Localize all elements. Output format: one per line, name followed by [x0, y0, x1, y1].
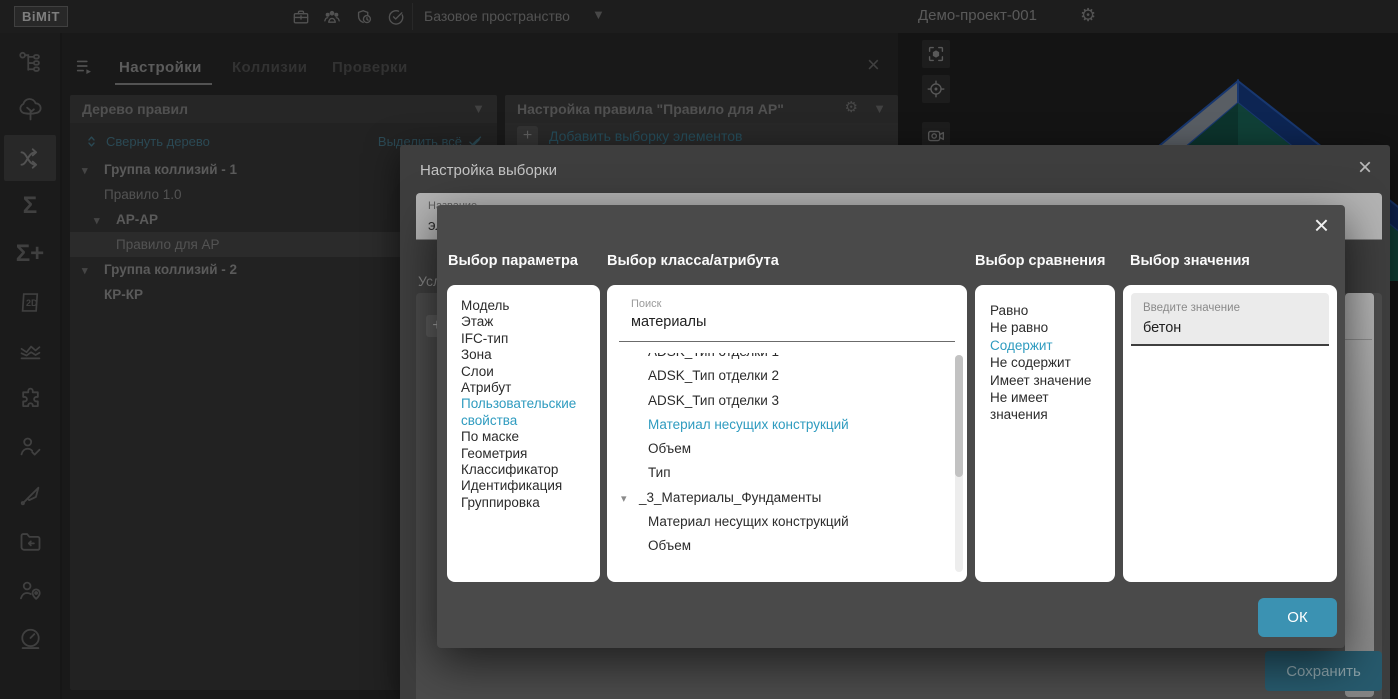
attribute-option[interactable]: ADSK_Тип отделки 3 [607, 389, 949, 413]
group-collapse-chevron-icon[interactable]: ▾ [621, 487, 639, 511]
attribute-label: Тип [648, 465, 671, 481]
value-input[interactable]: Введите значение бетон [1131, 293, 1329, 346]
condition-builder-dialog: × Выбор параметра Выбор класса/атрибута … [437, 205, 1345, 648]
value-column-heading: Выбор значения [1130, 253, 1250, 269]
parameter-option[interactable]: Классификатор [461, 462, 592, 478]
class-list-scrollbar[interactable] [955, 355, 963, 572]
attribute-label: ADSK_Тип отделки 3 [648, 392, 779, 408]
parameter-option[interactable]: Зона [461, 347, 592, 363]
attribute-option[interactable]: Материал несущих конструкций [607, 413, 949, 437]
comparison-option[interactable]: Не содержит [990, 354, 1107, 371]
parameter-option[interactable]: Идентификация [461, 478, 592, 494]
parameter-option[interactable]: Этаж [461, 314, 592, 330]
attribute-option[interactable]: Тип [607, 461, 949, 485]
parameter-option[interactable]: IFC-тип [461, 331, 592, 347]
attribute-label: ADSK_Тип отделки 2 [648, 368, 779, 384]
parameter-column-heading: Выбор параметра [448, 253, 578, 269]
comparison-column-heading: Выбор сравнения [975, 253, 1106, 269]
dialog-close-icon[interactable]: × [1314, 212, 1329, 238]
class-attribute-list: ADSK_Тип отделки 1 ADSK_Тип отделки 2 ADSK… [607, 353, 949, 572]
parameter-option[interactable]: Пользовательские свойства [461, 396, 592, 429]
parameter-option[interactable]: Группировка [461, 495, 592, 511]
modal-title: Настройка выборки [420, 162, 557, 179]
parameter-option[interactable]: Атрибут [461, 380, 592, 396]
attribute-option[interactable]: Объем [607, 437, 949, 461]
value-input-value: бетон [1143, 320, 1182, 336]
attribute-option[interactable]: Материал несущих конструкций [607, 510, 949, 534]
scrollbar-thumb[interactable] [955, 355, 963, 477]
condition-panel-edge [1345, 293, 1374, 697]
comparison-option[interactable]: Имеет значение [990, 372, 1107, 389]
application-window: BiMiT Базовое пространство ▼ Демо-проект… [0, 0, 1398, 699]
attribute-option[interactable]: Объем [607, 534, 949, 558]
comparison-option[interactable]: Равно [990, 302, 1107, 319]
modal-close-icon[interactable]: × [1358, 156, 1372, 180]
parameter-option[interactable]: Модель [461, 298, 592, 314]
value-box: Введите значение бетон [1123, 285, 1337, 582]
comparison-option[interactable]: Не равно [990, 319, 1107, 336]
attribute-label: Объем [648, 538, 692, 554]
attribute-label: Материал несущих конструкций [648, 514, 849, 530]
ok-button[interactable]: ОК [1258, 598, 1337, 637]
search-underline [619, 341, 955, 342]
value-input-label: Введите значение [1143, 302, 1240, 314]
comparison-option[interactable]: Не имеет значения [990, 389, 1107, 424]
parameter-list: Модель Этаж IFC-тип Зона Слои Атрибут Пользова… [447, 285, 600, 582]
attribute-option[interactable]: ADSK_Тип отделки 2 [607, 364, 949, 388]
attribute-label: ADSK_Тип отделки 1 [648, 353, 779, 359]
attribute-label: _3_Материалы_Фундаменты [639, 489, 822, 505]
save-button[interactable]: Сохранить [1265, 651, 1382, 691]
class-column-heading: Выбор класса/атрибута [607, 253, 779, 269]
parameter-option[interactable]: Геометрия [461, 446, 592, 462]
class-group-row[interactable]: ▾ _3_Материалы_Фундаменты [607, 486, 949, 510]
comparison-option[interactable]: Содержит [990, 337, 1107, 354]
parameter-option[interactable]: По маске [461, 429, 592, 445]
parameter-option[interactable]: Слои [461, 364, 592, 380]
attribute-option[interactable]: ADSK_Тип отделки 1 [607, 353, 949, 364]
attribute-label: Материал несущих конструкций [648, 416, 849, 432]
search-label: Поиск [631, 298, 662, 310]
comparison-list: Равно Не равно Содержит Не содержит Имеет зн… [975, 285, 1115, 582]
class-attribute-box: Поиск материалы ADSK_Тип отделки 1ADSK_Т… [607, 285, 967, 582]
search-input[interactable]: материалы [631, 314, 706, 330]
attribute-label: Объем [648, 441, 692, 457]
